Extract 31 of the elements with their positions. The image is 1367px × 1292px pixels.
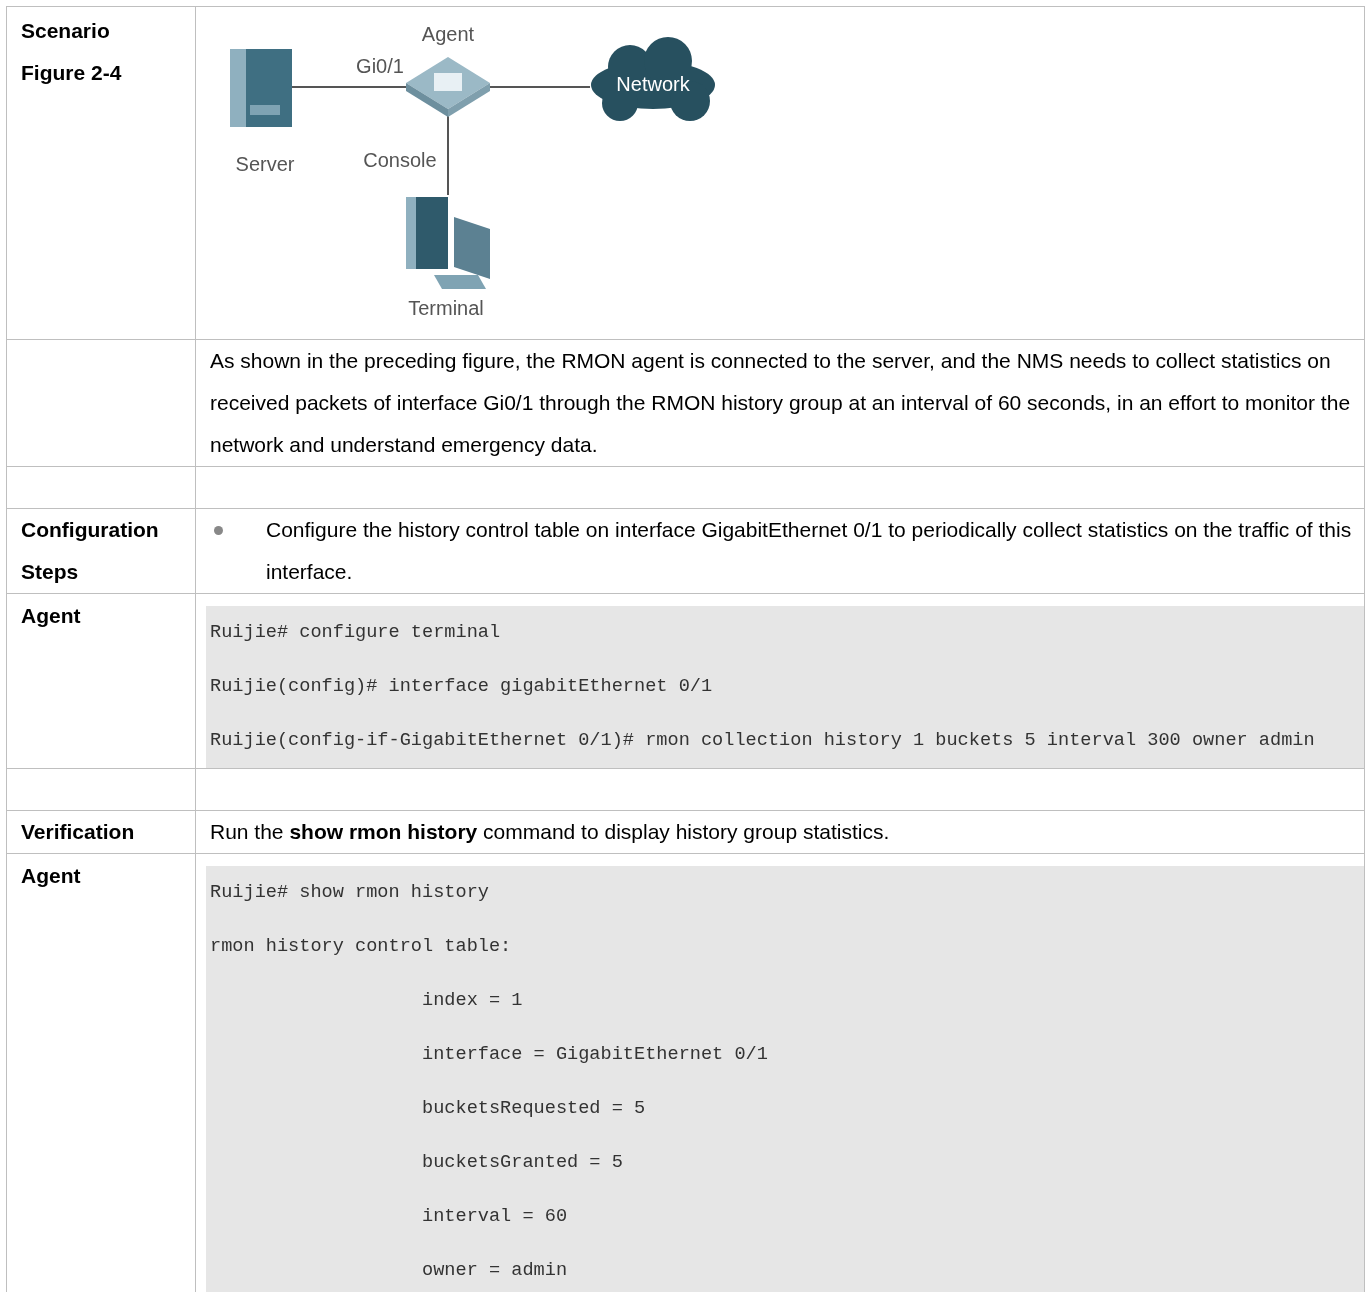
computer-icon — [406, 197, 490, 289]
row-heading: Verification — [21, 819, 136, 845]
code-line: Ruijie(config)# interface gigabitEthernet 0/1 — [210, 675, 714, 699]
row-heading: Agent — [21, 604, 82, 628]
port-label: Console — [363, 149, 437, 171]
node-label: Terminal — [408, 297, 484, 319]
port-label: Gi0/1 — [356, 55, 404, 77]
code-line: Ruijie# configure terminal — [210, 621, 502, 645]
node-label: Network — [616, 73, 690, 95]
code-line: bucketsRequested = 5 — [421, 1097, 647, 1121]
code-line: Ruijie(config-if-GigabitEthernet 0/1)# rmon collection history 1 buckets 5 interval 300 owner admin — [210, 729, 1316, 753]
paragraph: As shown in the preceding figure, the RMON agent is connected to the server, and the NMS needs to collect statistics on received packets of interface Gi0/1 through the RMON history group at an interval of 60 seconds, in an effort to monitor the network and understand emergency data. — [210, 348, 1352, 458]
code-line: interface = GigabitEthernet 0/1 — [421, 1043, 769, 1067]
code-line: rmon history control table: — [210, 935, 513, 959]
code-line: Ruijie# show rmon history — [210, 881, 490, 905]
code-line: owner = admin — [421, 1259, 569, 1283]
row-heading: Scenario — [21, 19, 111, 43]
code-line: index = 1 — [421, 989, 524, 1013]
paragraph: Configure the history control table on interface GigabitEthernet 0/1 to periodically collect statistics on the traffic of this interface. — [266, 517, 1353, 585]
switch-icon — [406, 57, 490, 117]
bullet-icon — [214, 526, 223, 535]
row-heading: Agent — [21, 864, 82, 888]
paragraph: Run the show rmon history command to display history group statistics. — [210, 819, 891, 845]
code-line: bucketsGranted = 5 — [421, 1151, 624, 1175]
node-label: Agent — [421, 23, 475, 45]
code-line: interval = 60 — [421, 1205, 569, 1229]
server-icon — [230, 49, 292, 127]
row-heading: Figure 2-4 — [21, 61, 123, 85]
node-label: Server — [235, 153, 295, 175]
cloud-icon — [591, 37, 715, 121]
row-heading: Configuration Steps — [21, 517, 160, 585]
